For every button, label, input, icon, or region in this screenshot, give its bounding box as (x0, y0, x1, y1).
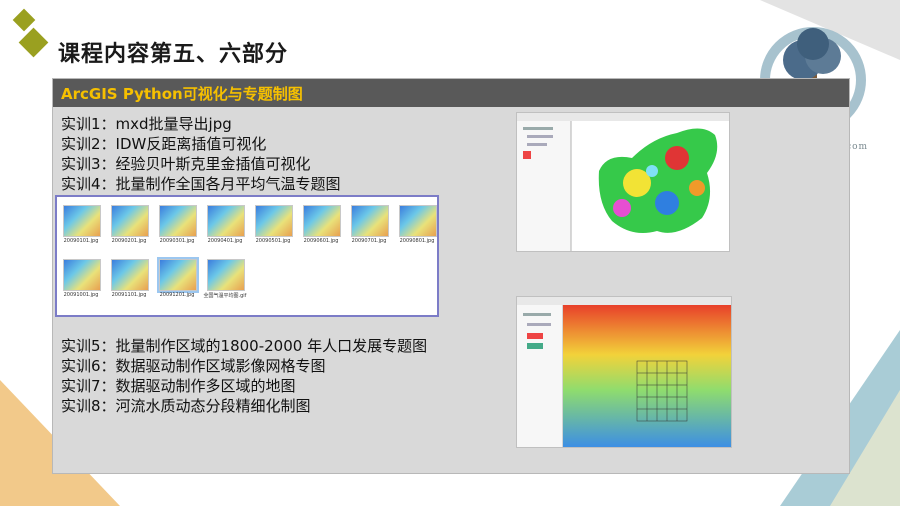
map-thumbnail-icon (207, 205, 245, 237)
thumbnail-caption: 20091201.jpg (159, 292, 195, 298)
map-thumbnail-icon (303, 205, 341, 237)
thumbnail-item[interactable]: 20090301.jpg (155, 201, 199, 249)
map-thumbnail-icon (111, 205, 149, 237)
list-item: 实训1：mxd批量导出jpg (61, 115, 232, 133)
list-item: 实训5：批量制作区域的1800-2000 年人口发展专题图 (61, 337, 428, 355)
thumbnail-caption: 20090101.jpg (63, 238, 99, 244)
thumbnail-item[interactable]: 20090401.jpg (203, 201, 247, 249)
map-thumbnail-icon (111, 259, 149, 291)
map-thumbnail-icon (351, 205, 389, 237)
map-thumbnail-icon (63, 205, 101, 237)
list-item: 实训7：数据驱动制作多区域的地图 (61, 377, 296, 395)
title-diamond-icon (18, 27, 49, 58)
thumbnail-item[interactable]: 20091001.jpg (59, 255, 103, 303)
list-item: 实训3：经验贝叶斯克里金插值可视化 (61, 155, 311, 173)
thumbnail-item[interactable]: 20090701.jpg (347, 201, 391, 249)
list-item: 实训4：批量制作全国各月平均气温专题图 (61, 175, 341, 193)
thumbnail-caption: 20091101.jpg (111, 292, 147, 298)
idw-map-screenshot (516, 112, 730, 252)
thumbnail-caption: 20090601.jpg (303, 238, 339, 244)
map-thumbnail-icon (207, 259, 245, 291)
idw-map-image (517, 113, 729, 251)
thumbnail-item[interactable]: 全国气温平均图.gif (203, 255, 247, 303)
thumbnail-caption: 20090201.jpg (111, 238, 147, 244)
map-thumbnail-icon (399, 205, 437, 237)
thumbnail-caption: 20090801.jpg (399, 238, 435, 244)
thumbnail-item[interactable]: 20091201.jpg (155, 255, 199, 303)
map-thumbnail-icon (255, 205, 293, 237)
page-title: 课程内容第五、六部分 (58, 42, 289, 67)
thumbnail-caption: 20090501.jpg (255, 238, 291, 244)
map-thumbnail-icon (159, 205, 197, 237)
raster-grid-image (517, 297, 731, 447)
thumbnail-caption: 20091001.jpg (63, 292, 99, 298)
thumbnail-gallery: 20090101.jpg 20090201.jpg 20090301.jpg 2… (55, 195, 439, 317)
raster-grid-screenshot (516, 296, 732, 448)
thumbnail-item[interactable]: 20090101.jpg (59, 201, 103, 249)
thumbnail-caption: 20090401.jpg (207, 238, 243, 244)
thumbnail-item[interactable]: 20091101.jpg (107, 255, 151, 303)
map-thumbnail-icon (157, 257, 199, 293)
list-item: 实训2：IDW反距离插值可视化 (61, 135, 267, 153)
list-item: 实训6：数据驱动制作区域影像网格专图 (61, 357, 326, 375)
panel-header: ArcGIS Python可视化与专题制图 (53, 79, 849, 107)
thumbnail-item[interactable]: 20090501.jpg (251, 201, 295, 249)
thumbnail-item[interactable]: 20090601.jpg (299, 201, 343, 249)
list-item: 实训8：河流水质动态分段精细化制图 (61, 397, 311, 415)
thumbnail-item[interactable]: 20090201.jpg (107, 201, 151, 249)
panel-header-title: ArcGIS Python可视化与专题制图 (61, 85, 303, 103)
thumbnail-caption: 20090301.jpg (159, 238, 195, 244)
thumbnail-caption: 全国气温平均图.gif (203, 293, 247, 299)
thumbnail-item[interactable]: 20090801.jpg (395, 201, 439, 249)
map-thumbnail-icon (63, 259, 101, 291)
thumbnail-caption: 20090701.jpg (351, 238, 387, 244)
